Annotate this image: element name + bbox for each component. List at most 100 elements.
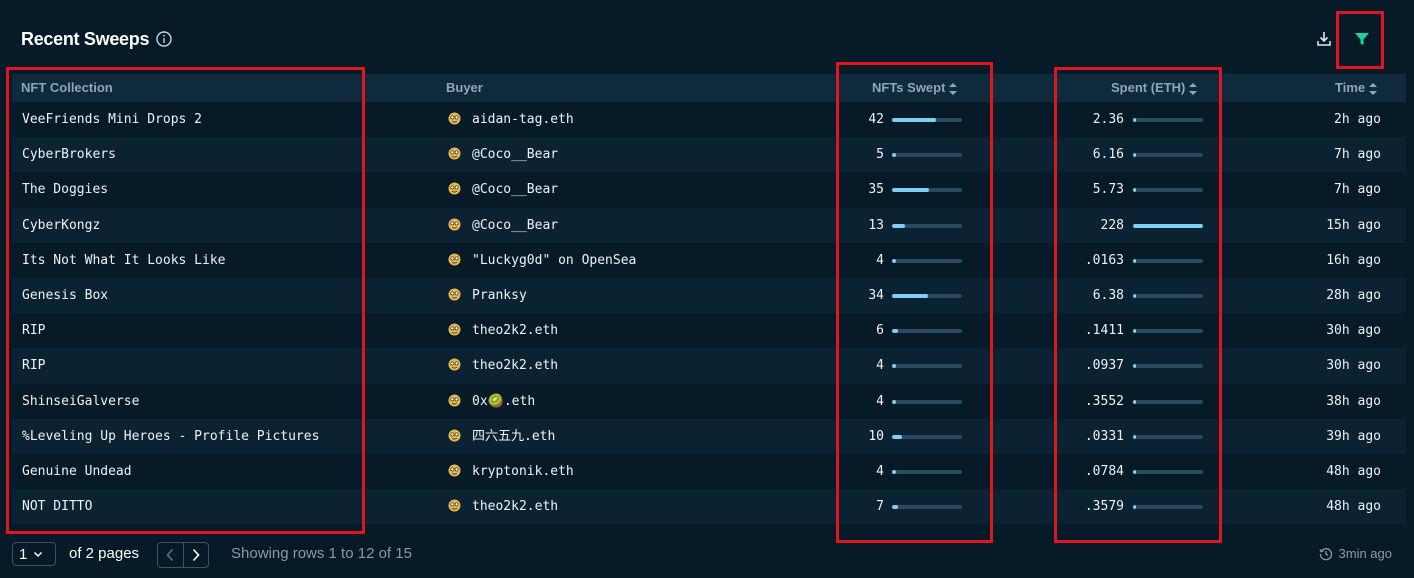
nfts-swept-bar bbox=[892, 188, 962, 193]
spent-cell: 6.38 bbox=[1092, 287, 1124, 303]
nfts-swept-bar-fill bbox=[892, 223, 905, 228]
collection-cell[interactable]: Its Not What It Looks Like bbox=[22, 243, 226, 278]
nfts-swept-cell: 42 bbox=[868, 112, 884, 127]
nfts-swept-bar-fill bbox=[892, 258, 896, 263]
column-header-collection: NFT Collection bbox=[21, 80, 113, 95]
buyer-cell[interactable]: @Coco__Bear bbox=[448, 172, 558, 207]
time-cell: 48h ago bbox=[1326, 499, 1381, 515]
buyer-cell[interactable]: theo2k2.eth bbox=[448, 313, 558, 348]
info-icon[interactable] bbox=[156, 31, 172, 47]
buyer-cell[interactable]: "Luckyg0d" on OpenSea bbox=[448, 243, 636, 278]
spent-cell: .3552 bbox=[1084, 393, 1124, 409]
buyer-name[interactable]: @Coco__Bear bbox=[472, 147, 558, 162]
table-row[interactable]: ShinseiGalverse 0x🥝.eth 4 .3552 38h ago bbox=[12, 384, 1406, 419]
buyer-cell[interactable]: kryptonik.eth bbox=[448, 454, 574, 489]
collection-cell[interactable]: CyberBrokers bbox=[22, 137, 116, 172]
page-select[interactable]: 1 bbox=[12, 542, 56, 566]
filter-icon[interactable] bbox=[1352, 29, 1372, 49]
buyer-cell[interactable]: theo2k2.eth bbox=[448, 348, 558, 383]
column-header-time-label: Time bbox=[1335, 80, 1366, 95]
nfts-swept-cell: 4 bbox=[876, 463, 884, 479]
table-row[interactable]: The Doggies @Coco__Bear 35 5.73 7h ago bbox=[12, 172, 1406, 207]
column-header-time[interactable]: Time bbox=[1335, 74, 1378, 102]
buyer-name[interactable]: 四六五九.eth bbox=[472, 429, 555, 444]
nfts-swept-bar bbox=[892, 434, 962, 439]
collection-cell[interactable]: Genuine Undead bbox=[22, 454, 132, 489]
column-header-nfts-swept[interactable]: NFTs Swept bbox=[872, 74, 958, 102]
table-row[interactable]: %Leveling Up Heroes - Profile Pictures 四六… bbox=[12, 418, 1406, 454]
buyer-name[interactable]: 0x🥝.eth bbox=[472, 394, 535, 409]
download-icon[interactable] bbox=[1314, 29, 1334, 49]
buyer-cell[interactable]: @Coco__Bear bbox=[448, 208, 558, 243]
sort-icon[interactable] bbox=[1189, 82, 1198, 95]
buyer-cell[interactable]: Pranksy bbox=[448, 278, 527, 313]
buyer-name[interactable]: "Luckyg0d" on OpenSea bbox=[472, 253, 636, 268]
table-row[interactable]: RIP theo2k2.eth 4 .0937 30h ago bbox=[12, 348, 1406, 384]
chevron-left-icon bbox=[166, 548, 174, 562]
buyer-cell[interactable]: 四六五九.eth bbox=[448, 419, 555, 454]
table-row[interactable]: NOT DITTO theo2k2.eth 7 .3579 48h ago bbox=[12, 489, 1406, 525]
next-page-button[interactable] bbox=[182, 543, 209, 567]
sort-icon[interactable] bbox=[949, 82, 958, 95]
sort-icon[interactable] bbox=[1369, 82, 1378, 95]
spent-bar-fill bbox=[1133, 258, 1136, 263]
table-row[interactable]: CyberBrokers @Coco__Bear 5 6.16 7h ago bbox=[12, 137, 1406, 173]
time-cell: 16h ago bbox=[1326, 252, 1381, 268]
table-row[interactable]: RIP theo2k2.eth 6 .1411 30h ago bbox=[12, 313, 1406, 348]
table-row[interactable]: CyberKongz @Coco__Bear 13 228 15h ago bbox=[12, 207, 1406, 243]
previous-page-button[interactable] bbox=[158, 543, 183, 567]
chevron-down-icon bbox=[34, 551, 43, 558]
collection-cell[interactable]: %Leveling Up Heroes - Profile Pictures bbox=[22, 419, 319, 454]
nfts-swept-bar bbox=[892, 118, 962, 122]
table-row[interactable]: VeeFriends Mini Drops 2 aidan-tag.eth 42 2.… bbox=[12, 102, 1406, 137]
nfts-swept-bar-fill bbox=[892, 293, 928, 298]
spent-cell: .0937 bbox=[1084, 358, 1124, 374]
table-body: VeeFriends Mini Drops 2 aidan-tag.eth 42 2.… bbox=[12, 102, 1406, 525]
buyer-name[interactable]: theo2k2.eth bbox=[472, 358, 558, 373]
buyer-name[interactable]: theo2k2.eth bbox=[472, 323, 558, 338]
buyer-cell[interactable]: 0x🥝.eth bbox=[448, 384, 535, 419]
chevron-right-icon bbox=[192, 548, 200, 562]
last-updated[interactable]: 3min ago bbox=[1318, 546, 1392, 561]
time-cell: 2h ago bbox=[1334, 112, 1381, 127]
time-cell: 38h ago bbox=[1326, 393, 1381, 409]
spent-bar bbox=[1133, 364, 1203, 369]
buyer-avatar-icon bbox=[448, 323, 461, 336]
collection-cell[interactable]: Genesis Box bbox=[22, 278, 108, 313]
nfts-swept-bar-fill bbox=[892, 505, 898, 510]
spent-bar bbox=[1133, 399, 1203, 404]
spent-bar bbox=[1133, 258, 1203, 263]
table-row[interactable]: Its Not What It Looks Like "Luckyg0d" on … bbox=[12, 243, 1406, 278]
buyer-name[interactable]: kryptonik.eth bbox=[472, 464, 574, 479]
buyer-cell[interactable]: theo2k2.eth bbox=[448, 489, 558, 524]
collection-cell[interactable]: RIP bbox=[22, 313, 45, 348]
collection-cell[interactable]: CyberKongz bbox=[22, 208, 100, 243]
time-cell: 15h ago bbox=[1326, 217, 1381, 233]
time-cell: 30h ago bbox=[1326, 358, 1381, 374]
buyer-name[interactable]: aidan-tag.eth bbox=[472, 112, 574, 127]
spent-bar-fill bbox=[1133, 469, 1136, 474]
time-cell: 7h ago bbox=[1334, 182, 1381, 198]
buyer-name[interactable]: theo2k2.eth bbox=[472, 499, 558, 514]
buyer-name[interactable]: @Coco__Bear bbox=[472, 182, 558, 197]
buyer-name[interactable]: @Coco__Bear bbox=[472, 218, 558, 233]
collection-cell[interactable]: RIP bbox=[22, 348, 45, 383]
nfts-swept-cell: 6 bbox=[876, 323, 884, 339]
spent-bar bbox=[1133, 223, 1203, 228]
table-row[interactable]: Genesis Box Pranksy 34 6.38 28h ago bbox=[12, 277, 1406, 314]
buyer-cell[interactable]: aidan-tag.eth bbox=[448, 102, 574, 137]
buyer-avatar-icon bbox=[448, 358, 461, 371]
collection-cell[interactable]: NOT DITTO bbox=[22, 489, 92, 524]
column-header-spent[interactable]: Spent (ETH) bbox=[1111, 74, 1198, 102]
buyer-name[interactable]: Pranksy bbox=[472, 288, 527, 303]
time-cell: 28h ago bbox=[1326, 287, 1381, 303]
buyer-avatar-icon bbox=[448, 182, 461, 195]
collection-cell[interactable]: ShinseiGalverse bbox=[22, 384, 139, 419]
nfts-swept-bar-fill bbox=[892, 329, 898, 334]
nfts-swept-bar-fill bbox=[892, 364, 896, 369]
nfts-swept-bar bbox=[892, 329, 962, 334]
table-row[interactable]: Genuine Undead kryptonik.eth 4 .0784 48h ago bbox=[12, 454, 1406, 489]
buyer-cell[interactable]: @Coco__Bear bbox=[448, 137, 558, 172]
collection-cell[interactable]: VeeFriends Mini Drops 2 bbox=[22, 102, 202, 137]
collection-cell[interactable]: The Doggies bbox=[22, 172, 108, 207]
